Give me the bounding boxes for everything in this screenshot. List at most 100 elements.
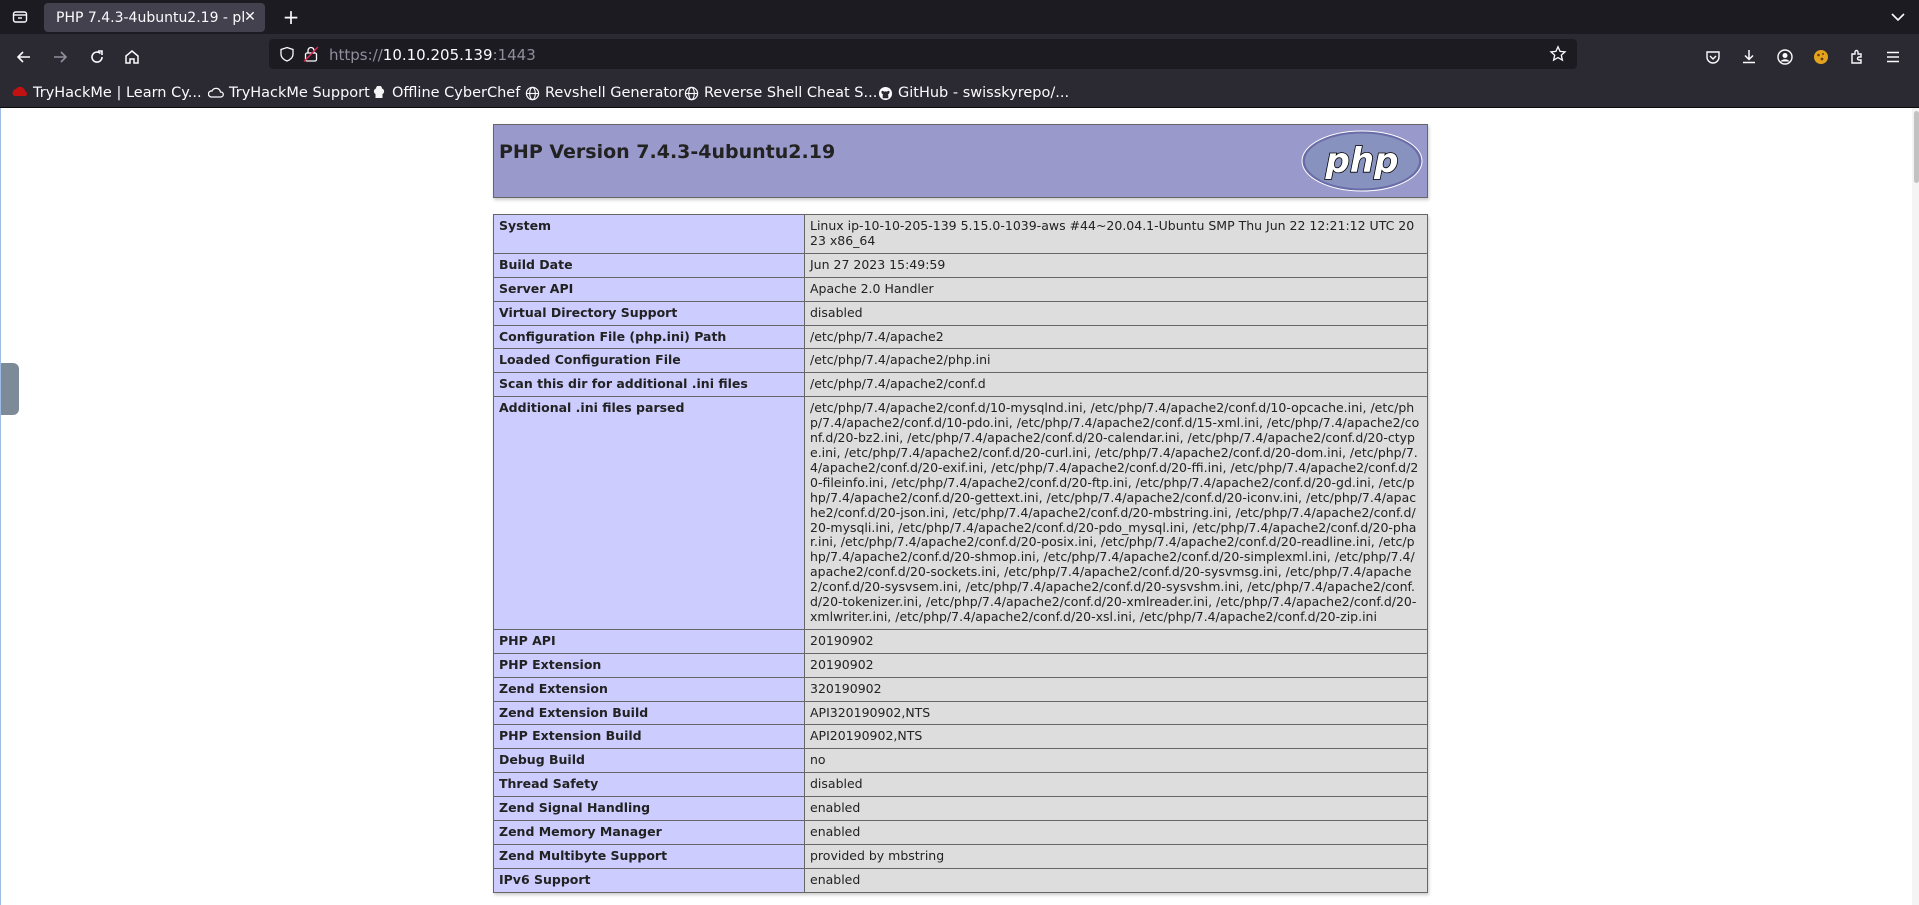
row-key: PHP Extension Build	[493, 724, 805, 750]
tab-list-icon[interactable]	[10, 7, 30, 27]
row-key: Zend Multibyte Support	[493, 844, 805, 869]
row-key: IPv6 Support	[493, 867, 805, 893]
row-value: /etc/php/7.4/apache2	[804, 324, 1428, 350]
row-value: disabled	[804, 772, 1428, 798]
table-row: Scan this dir for additional .ini files /…	[493, 372, 1428, 398]
row-key: Server API	[493, 276, 805, 302]
home-icon[interactable]	[121, 46, 143, 68]
tryhackme-icon	[12, 85, 28, 101]
row-value: Jun 27 2023 15:49:59	[804, 252, 1428, 278]
php-version-header: PHP Version 7.4.3-4ubuntu2.19 php	[493, 124, 1428, 198]
pocket-icon[interactable]	[1702, 46, 1724, 68]
active-tab[interactable]: PHP 7.4.3-4ubuntu2.19 - phpinfo() ✕	[44, 3, 265, 32]
row-value: 20190902	[804, 652, 1428, 678]
row-key: Virtual Directory Support	[493, 300, 805, 326]
row-key: Thread Safety	[493, 772, 805, 798]
table-row: IPv6 Support enabled	[493, 867, 1428, 893]
tracking-protection-shield-icon[interactable]	[279, 46, 295, 62]
github-icon	[877, 85, 893, 101]
row-key: Configuration File (php.ini) Path	[493, 324, 805, 350]
bookmark-cyberchef[interactable]: Offline CyberChef	[371, 83, 520, 103]
extensions-icon[interactable]	[1846, 46, 1868, 68]
phpinfo-table: System Linux ip-10-10-205-139 5.15.0-1039…	[493, 214, 1428, 893]
page-title: PHP Version 7.4.3-4ubuntu2.19	[499, 141, 836, 163]
bookmark-reverse-shell-cheat-sheet[interactable]: Reverse Shell Cheat S...	[683, 83, 877, 103]
navigation-toolbar: https://10.10.205.139:1443	[0, 34, 1919, 78]
extension-cookie-icon[interactable]	[1810, 46, 1832, 68]
reload-icon[interactable]	[86, 46, 108, 68]
bookmark-tryhackme[interactable]: TryHackMe | Learn Cy...	[12, 83, 202, 103]
table-row: Zend Extension 320190902	[493, 676, 1428, 702]
bookmark-label: GitHub - swisskyrepo/...	[898, 85, 1070, 101]
table-row: PHP Extension 20190902	[493, 652, 1428, 678]
row-key: Scan this dir for additional .ini files	[493, 372, 805, 398]
globe-icon	[524, 85, 540, 101]
url-scheme: https://	[329, 46, 383, 64]
menu-icon[interactable]	[1882, 46, 1904, 68]
row-value: /etc/php/7.4/apache2/php.ini	[804, 348, 1428, 374]
row-key: PHP Extension	[493, 652, 805, 678]
row-value: Linux ip-10-10-205-139 5.15.0-1039-aws #…	[804, 214, 1428, 254]
row-value: disabled	[804, 300, 1428, 326]
table-row: Thread Safety disabled	[493, 772, 1428, 798]
table-row: Additional .ini files parsed/etc/php/7.4…	[493, 396, 1428, 630]
row-key: Debug Build	[493, 748, 805, 774]
back-icon[interactable]	[13, 46, 35, 68]
new-tab-button[interactable]: +	[281, 7, 301, 27]
row-value: no	[804, 748, 1428, 774]
chevron-down-icon[interactable]	[1889, 8, 1907, 26]
row-value: API320190902,NTS	[804, 700, 1428, 726]
table-row: PHP Extension Build API20190902,NTS	[493, 724, 1428, 750]
url-text[interactable]: https://10.10.205.139:1443	[329, 46, 536, 64]
bookmark-tryhackme-support[interactable]: TryHackMe Support	[208, 83, 370, 103]
bookmark-star-icon[interactable]	[1549, 45, 1567, 63]
table-row: Zend Memory Manager enabled	[493, 820, 1428, 845]
bookmarks-toolbar: TryHackMe | Learn Cy... TryHackMe Suppor…	[0, 78, 1919, 108]
bookmark-label: Offline CyberChef	[392, 85, 521, 101]
account-icon[interactable]	[1774, 46, 1796, 68]
row-key: Zend Extension Build	[493, 700, 805, 726]
table-row: PHP API 20190902	[493, 628, 1428, 654]
downloads-icon[interactable]	[1738, 46, 1760, 68]
table-row: Virtual Directory Support disabled	[493, 300, 1428, 326]
table-row: Configuration File (php.ini) Path/etc/ph…	[493, 324, 1428, 350]
table-row: Zend Signal Handling enabled	[493, 796, 1428, 822]
row-value: /etc/php/7.4/apache2/conf.d	[804, 372, 1428, 398]
table-row: Server API Apache 2.0 Handler	[493, 276, 1428, 302]
row-value: 320190902	[804, 676, 1428, 702]
globe-icon	[683, 85, 699, 101]
scrollbar-thumb[interactable]	[1914, 111, 1919, 183]
row-value: enabled	[804, 867, 1428, 893]
row-value: /etc/php/7.4/apache2/conf.d/10-mysqlnd.i…	[804, 396, 1428, 630]
bookmark-label: TryHackMe | Learn Cy...	[33, 85, 202, 101]
url-host: 10.10.205.139	[382, 46, 493, 64]
lock-warning-icon[interactable]	[303, 45, 319, 63]
scrollbar[interactable]	[1912, 108, 1919, 905]
row-value: API20190902,NTS	[804, 724, 1428, 750]
bookmark-revshell-generator[interactable]: Revshell Generator	[524, 83, 684, 103]
row-key: Zend Extension	[493, 676, 805, 702]
php-logo-text: php	[1325, 141, 1399, 181]
row-value: enabled	[804, 796, 1428, 822]
bookmark-label: Reverse Shell Cheat S...	[704, 85, 878, 101]
table-row: Loaded Configuration File/etc/php/7.4/ap…	[493, 348, 1428, 374]
bookmark-github-swisskyrepo[interactable]: GitHub - swisskyrepo/...	[877, 83, 1069, 103]
table-row: System Linux ip-10-10-205-139 5.15.0-1039…	[493, 214, 1428, 254]
sidebar-toggle-handle[interactable]	[1, 363, 19, 415]
row-value: Apache 2.0 Handler	[804, 276, 1428, 302]
url-port: :1443	[492, 46, 536, 64]
row-key: Zend Signal Handling	[493, 796, 805, 822]
close-tab-icon[interactable]: ✕	[242, 9, 258, 25]
row-value: 20190902	[804, 628, 1428, 654]
cloud-icon	[208, 85, 224, 101]
forward-icon[interactable]	[49, 46, 71, 68]
tab-title: PHP 7.4.3-4ubuntu2.19 - phpinfo()	[56, 9, 244, 26]
table-row: Zend Multibyte Support provided by mbstri…	[493, 844, 1428, 869]
row-key: System	[493, 214, 805, 254]
url-bar[interactable]: https://10.10.205.139:1443	[269, 39, 1577, 69]
row-value: provided by mbstring	[804, 844, 1428, 869]
phpinfo-content: PHP Version 7.4.3-4ubuntu2.19 php System…	[493, 124, 1428, 893]
row-value: enabled	[804, 820, 1428, 845]
php-logo[interactable]: php	[1301, 130, 1423, 192]
page-viewport: PHP Version 7.4.3-4ubuntu2.19 php System…	[0, 108, 1919, 905]
